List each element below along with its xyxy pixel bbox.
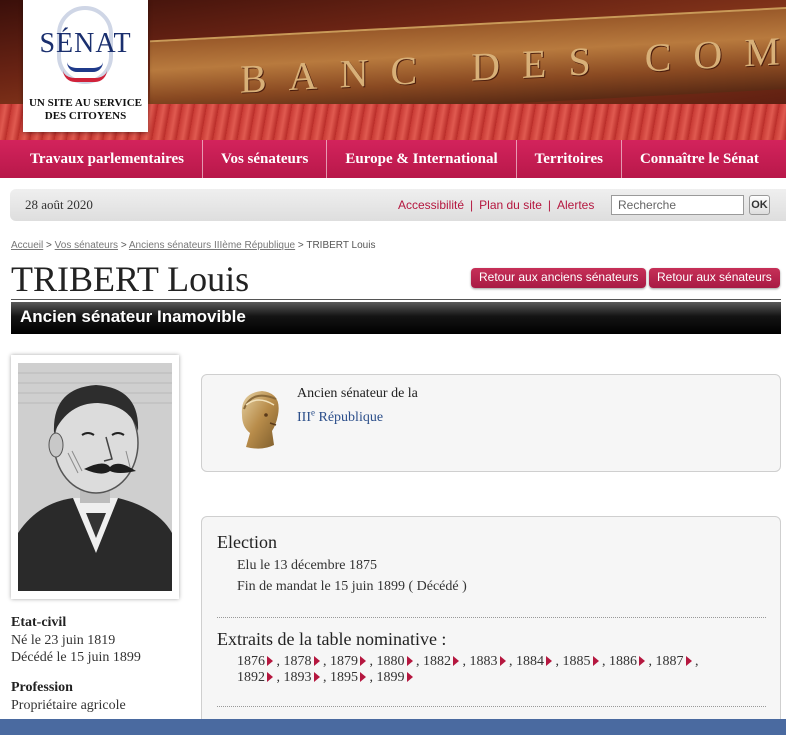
bottom-band xyxy=(0,719,786,735)
logo-name: SÉNAT xyxy=(39,28,132,59)
title-divider xyxy=(11,299,781,300)
republic-box: Ancien sénateur de la IIIe République xyxy=(201,374,781,472)
arrow-right-icon xyxy=(592,656,599,666)
separator: | xyxy=(470,198,474,212)
year-link[interactable]: 1892 xyxy=(237,670,273,685)
arrow-right-icon xyxy=(313,672,320,682)
arrow-right-icon xyxy=(685,656,692,666)
section-divider xyxy=(217,617,766,618)
year-link[interactable]: 1895 xyxy=(330,670,366,685)
year-link[interactable]: 1878 xyxy=(284,654,320,669)
portrait-engraving-icon xyxy=(18,363,172,591)
election-box: Election Elu le 13 décembre 1875 Fin de … xyxy=(201,516,781,735)
senator-portrait xyxy=(18,363,172,591)
nav-item-europe[interactable]: Europe & International xyxy=(327,140,517,178)
arrow-right-icon xyxy=(546,656,552,666)
arrow-right-icon xyxy=(406,656,413,666)
republic-link[interactable]: IIIe République xyxy=(297,407,383,425)
breadcrumb-separator: > xyxy=(120,240,127,251)
accessibility-link[interactable]: Accessibilité xyxy=(398,198,464,212)
section-divider xyxy=(217,706,766,707)
search-input[interactable]: Recherche xyxy=(611,195,744,215)
breadcrumb-current: TRIBERT Louis xyxy=(306,240,376,251)
arrow-right-icon xyxy=(406,672,413,682)
nav-item-travaux[interactable]: Travaux parlementaires xyxy=(0,140,204,178)
arrow-right-icon xyxy=(499,656,506,666)
year-link[interactable]: 1886 xyxy=(609,654,645,669)
extracts-title: Extraits de la table nominative : xyxy=(217,629,447,649)
year-link[interactable]: 1899 xyxy=(377,670,413,685)
year-link[interactable]: 1880 xyxy=(377,654,413,669)
year-link[interactable]: 1876 xyxy=(237,654,273,669)
arrow-right-icon xyxy=(360,672,366,682)
back-former-senators-button[interactable]: Retour aux anciens sénateurs xyxy=(471,268,647,288)
subtitle-bar: Ancien sénateur Inamovible xyxy=(11,302,781,334)
breadcrumb-anciens[interactable]: Anciens sénateurs IIIème République xyxy=(129,240,295,251)
birth-date: Né le 23 juin 1819 xyxy=(11,633,116,648)
republic-line1: Ancien sénateur de la xyxy=(297,386,418,401)
year-link[interactable]: 1885 xyxy=(563,654,599,669)
back-senators-button[interactable]: Retour aux sénateurs xyxy=(649,268,780,288)
logo-red-stroke xyxy=(63,70,107,82)
current-date: 28 août 2020 xyxy=(25,197,93,212)
portrait-frame xyxy=(11,355,179,599)
year-link[interactable]: 1893 xyxy=(284,670,320,685)
separator: | xyxy=(547,198,551,212)
marianne-medal-icon xyxy=(241,391,279,449)
arrow-right-icon xyxy=(453,656,459,666)
breadcrumb-separator: > xyxy=(46,240,52,251)
profession-value: Propriétaire agricole xyxy=(11,698,126,713)
nav-item-territoires[interactable]: Territoires xyxy=(517,140,622,178)
breadcrumb-senateurs[interactable]: Vos sénateurs xyxy=(55,240,118,251)
arrow-right-icon xyxy=(267,672,273,682)
arrow-right-icon xyxy=(639,656,645,666)
arrow-right-icon xyxy=(360,656,366,666)
logo-tagline: UN SITE AU SERVICE DES CITOYENS xyxy=(28,97,142,122)
main-nav: Travaux parlementaires Vos sénateurs Eur… xyxy=(0,140,786,178)
sitemap-link[interactable]: Plan du site xyxy=(479,198,542,212)
utility-bar: 28 août 2020 Accessibilité | Plan du site |… xyxy=(10,189,786,221)
profession-label: Profession xyxy=(11,680,73,695)
breadcrumb-home[interactable]: Accueil xyxy=(11,240,43,251)
election-title: Election xyxy=(217,532,277,552)
nav-item-connaitre[interactable]: Connaître le Sénat xyxy=(622,140,777,178)
republic-text: Ancien sénateur de la IIIe République xyxy=(297,384,418,427)
breadcrumb: Accueil > Vos sénateurs > Anciens sénate… xyxy=(11,240,375,251)
arrow-right-icon xyxy=(313,656,320,666)
year-link[interactable]: 1883 xyxy=(470,654,506,669)
year-link[interactable]: 1887 xyxy=(656,654,692,669)
utility-links: Accessibilité | Plan du site | Alertes xyxy=(398,198,594,212)
years-list: 1876 , 1878 , 1879 , 1880 , 1882 , 1883 … xyxy=(237,654,699,685)
year-link[interactable]: 1882 xyxy=(423,654,459,669)
alerts-link[interactable]: Alertes xyxy=(557,198,594,212)
year-link[interactable]: 1884 xyxy=(516,654,552,669)
year-link[interactable]: 1879 xyxy=(330,654,366,669)
mandate-end: Fin de mandat le 15 juin 1899 ( Décédé ) xyxy=(237,579,467,594)
nav-item-senateurs[interactable]: Vos sénateurs xyxy=(203,140,328,178)
search-ok-button[interactable]: OK xyxy=(749,195,770,215)
death-date: Décédé le 15 juin 1899 xyxy=(11,650,141,665)
senat-logo[interactable]: SÉNAT UN SITE AU SERVICE DES CITOYENS xyxy=(23,0,148,132)
civil-status-label: Etat-civil xyxy=(11,615,67,630)
election-date: Elu le 13 décembre 1875 xyxy=(237,558,377,573)
arrow-right-icon xyxy=(267,656,273,666)
breadcrumb-separator: > xyxy=(297,240,304,251)
page-title: TRIBERT Louis xyxy=(11,259,250,299)
page-subtitle: Ancien sénateur Inamovible xyxy=(20,307,246,326)
